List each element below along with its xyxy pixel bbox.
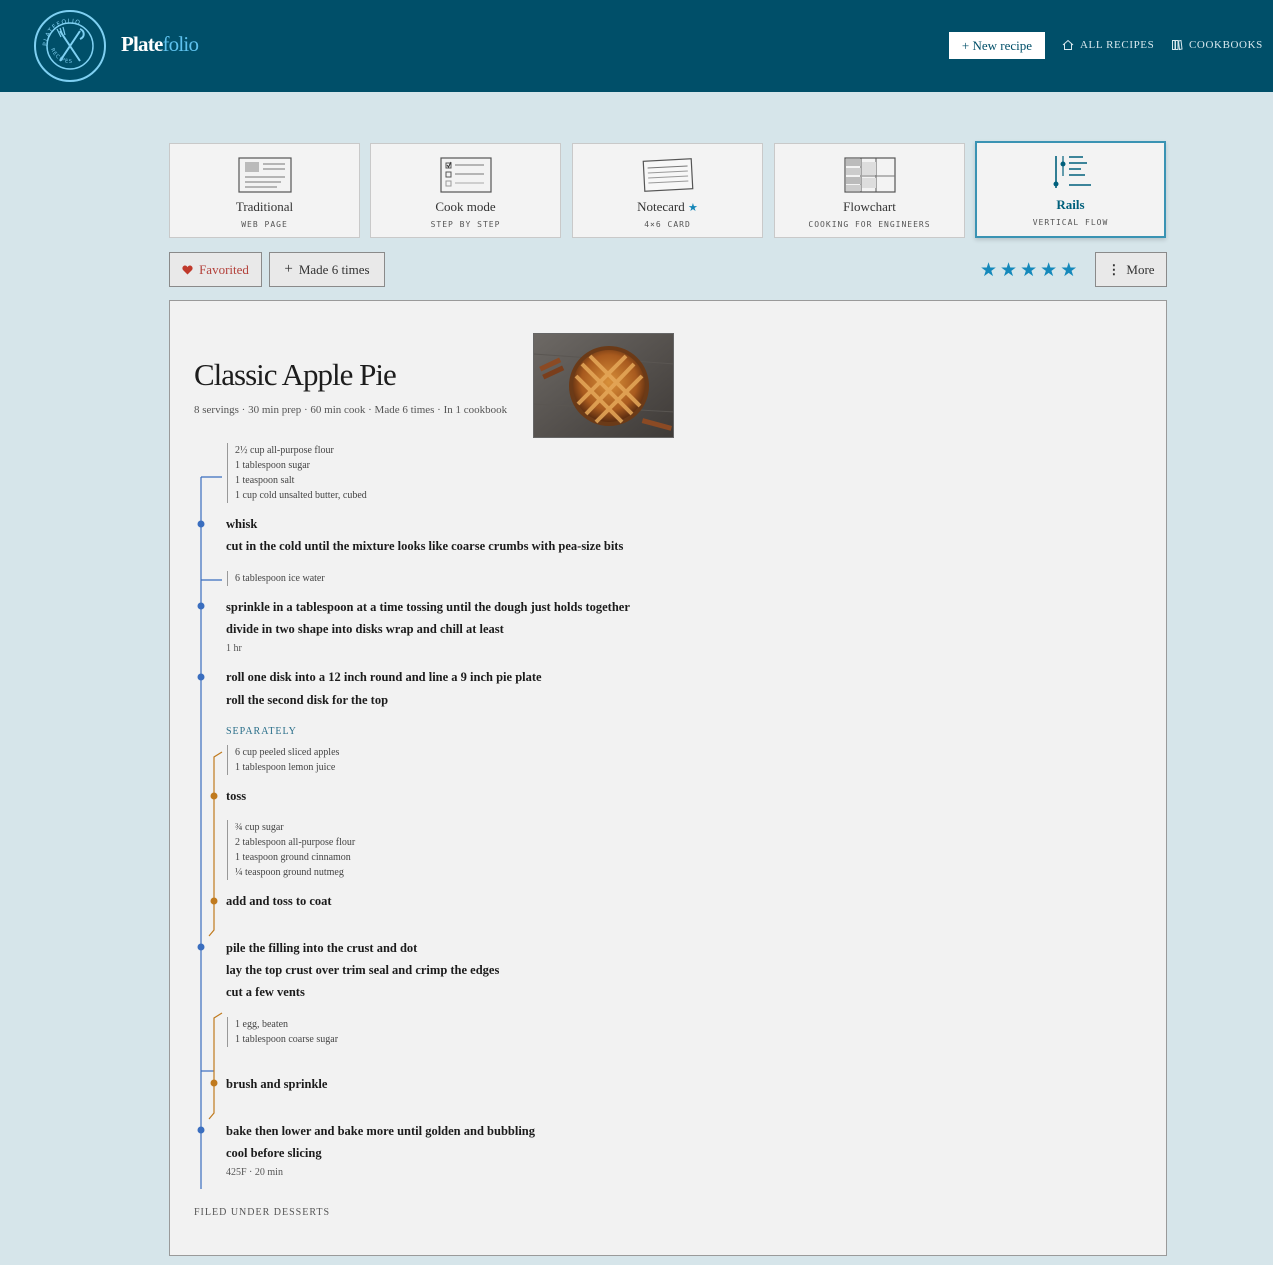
nav-cookbooks[interactable]: COOKBOOKS [1171, 38, 1263, 52]
plus-icon: + [284, 261, 293, 277]
home-icon [1062, 39, 1074, 50]
step-text: divide in two shape into disks wrap and … [226, 622, 504, 636]
view-title-notecard: Notecard ★ [573, 199, 762, 215]
starred-icon: ★ [688, 202, 698, 214]
recipe-title: Classic Apple Pie [194, 357, 397, 392]
star-icon[interactable]: ★ [1000, 260, 1017, 280]
star-icon[interactable]: ★ [1040, 260, 1057, 280]
step-text: sprinkle in a tablespoon at a time tossi… [226, 600, 630, 614]
more-button[interactable]: ⋮ More [1095, 252, 1167, 287]
step-note: 1 hr [226, 643, 242, 654]
step-text: whisk [226, 517, 258, 531]
step-text: brush and sprinkle [226, 1077, 328, 1091]
ingredient-group: 6 tablespoon ice water [227, 571, 325, 586]
ingredient-item: ¼ teaspoon ground nutmeg [235, 867, 344, 878]
made-times-button[interactable]: + Made 6 times [269, 252, 385, 287]
logo-badge-icon[interactable]: PLATEFOLIO RECIPES [33, 9, 107, 83]
top-bar: PLATEFOLIO RECIPES Platefolio + New reci… [0, 0, 1273, 92]
nav-cookbooks-label: COOKBOOKS [1189, 39, 1263, 51]
brand-name[interactable]: Platefolio [121, 32, 199, 57]
flowchart-icon [843, 157, 896, 193]
rails-icon [1053, 156, 1091, 188]
ingredient-group: ¾ cup sugar 2 tablespoon all-purpose flo… [227, 820, 355, 880]
ingredient-item: 6 cup peeled sliced apples [235, 747, 340, 758]
view-title-traditional: Traditional [235, 199, 294, 214]
view-subtitle-flowchart: COOKING FOR ENGINEERS [808, 220, 931, 229]
view-subtitle-notecard: 4×6 CARD [644, 220, 691, 229]
star-icon[interactable]: ★ [1020, 260, 1037, 280]
cook-mode-icon [439, 157, 492, 193]
brand-part-1: Plate [121, 32, 163, 56]
ingredient-group: 2½ cup all-purpose flour 1 tablespoon su… [227, 443, 367, 503]
ingredient-item: 1 teaspoon salt [235, 475, 295, 486]
ingredient-item: 6 tablespoon ice water [235, 573, 325, 584]
ingredient-item: 1 egg, beaten [235, 1019, 289, 1030]
view-card-rails[interactable]: Rails VERTICAL FLOW [975, 141, 1166, 238]
more-vertical-icon: ⋮ [1107, 261, 1121, 277]
ingredient-item: 2½ cup all-purpose flour [235, 445, 334, 456]
step-text: roll the second disk for the top [226, 693, 389, 707]
notecard-icon [642, 158, 693, 192]
made-times-label: Made 6 times [298, 261, 370, 277]
favorited-label: Favorited [199, 261, 249, 277]
ingredient-item: 1 teaspoon ground cinnamon [235, 852, 351, 863]
ingredient-item: ¾ cup sugar [235, 822, 284, 833]
step-text: toss [226, 789, 247, 803]
view-card-traditional[interactable]: Traditional WEB PAGE [169, 143, 360, 238]
step-text: lay the top crust over trim seal and cri… [226, 963, 500, 977]
step-text: cool before slicing [226, 1146, 322, 1160]
recipe-meta: 8 servings · 30 min prep · 60 min cook ·… [194, 404, 508, 416]
heart-icon [182, 265, 193, 274]
step-text: pile the filling into the crust and dot [226, 941, 418, 955]
view-subtitle-cook-mode: STEP BY STEP [430, 220, 501, 229]
ingredient-item: 1 tablespoon lemon juice [235, 762, 336, 773]
apple-pie-image [534, 334, 673, 437]
step-note: 425F · 20 min [226, 1167, 283, 1178]
nav-all-recipes[interactable]: ALL RECIPES [1062, 38, 1154, 52]
view-title-cook-mode: Cook mode [435, 199, 496, 214]
rating-stars[interactable]: ★ ★ ★ ★ ★ [980, 260, 1077, 280]
more-label: More [1126, 261, 1155, 277]
ingredient-item: 1 tablespoon sugar [235, 460, 310, 471]
ingredient-item: 1 cup cold unsalted butter, cubed [235, 490, 367, 501]
view-subtitle-rails: VERTICAL FLOW [1032, 218, 1109, 227]
favorited-button[interactable]: Favorited [169, 252, 262, 287]
ingredient-item: 2 tablespoon all-purpose flour [235, 837, 356, 848]
view-card-notecard[interactable]: Notecard ★ 4×6 CARD [572, 143, 763, 238]
view-card-cook-mode[interactable]: Cook mode STEP BY STEP [370, 143, 561, 238]
filed-under-label[interactable]: FILED UNDER DESSERTS [194, 1207, 330, 1218]
view-subtitle-traditional: WEB PAGE [241, 220, 288, 229]
step-text: cut in the cold until the mixture looks … [226, 539, 624, 553]
star-icon[interactable]: ★ [980, 260, 997, 280]
step-text: bake then lower and bake more until gold… [226, 1124, 535, 1138]
nav-all-recipes-label: ALL RECIPES [1080, 39, 1155, 51]
step-text: roll one disk into a 12 inch round and l… [226, 670, 542, 684]
view-card-flowchart[interactable]: Flowchart COOKING FOR ENGINEERS [774, 143, 965, 238]
ingredient-item: 1 tablespoon coarse sugar [235, 1034, 339, 1045]
books-icon [1172, 39, 1183, 51]
ingredient-group: 1 egg, beaten 1 tablespoon coarse sugar [227, 1017, 338, 1047]
recipe-photo[interactable] [533, 333, 674, 438]
ingredient-group: 6 cup peeled sliced apples 1 tablespoon … [227, 745, 339, 775]
view-title-rails: Rails [1056, 197, 1085, 212]
step-text: add and toss to coat [226, 894, 332, 908]
new-recipe-button[interactable]: + New recipe [949, 32, 1045, 59]
separately-label: SEPARATELY [226, 726, 297, 737]
view-title-notecard-text: Notecard [637, 199, 685, 214]
traditional-view-icon [237, 157, 292, 193]
brand-part-2: folio [162, 32, 199, 56]
star-icon[interactable]: ★ [1060, 260, 1077, 280]
view-title-flowchart: Flowchart [843, 199, 896, 214]
step-text: cut a few vents [226, 985, 305, 999]
